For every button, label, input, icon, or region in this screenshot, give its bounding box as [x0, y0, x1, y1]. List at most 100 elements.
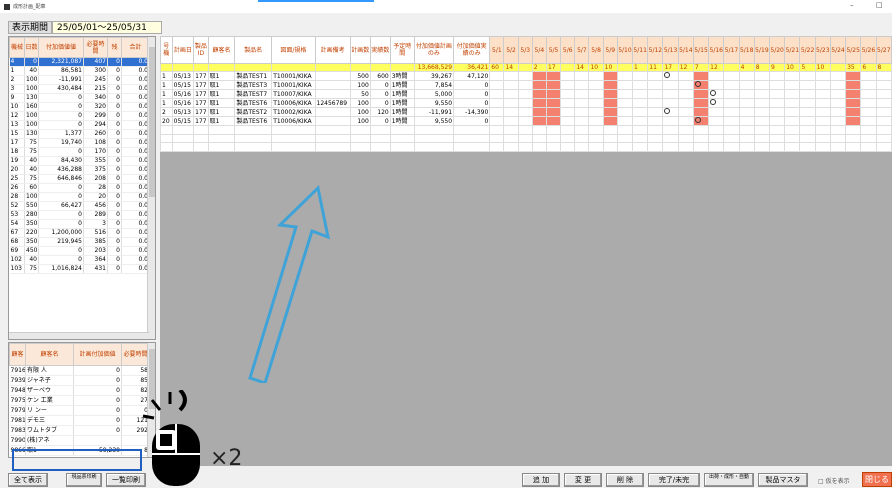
machine-col-header[interactable]: 残 — [107, 37, 122, 58]
customer-row[interactable]: 7979リ ンー00 — [9, 405, 150, 416]
day-cell[interactable] — [616, 89, 634, 100]
day-cell[interactable] — [738, 71, 755, 82]
day-cell[interactable] — [602, 107, 618, 118]
customer-row[interactable]: 7983 ワムトタブ 0 292 — [9, 425, 150, 436]
day-cell[interactable] — [602, 89, 618, 100]
day-cell[interactable] — [753, 107, 771, 118]
day-cell[interactable] — [677, 98, 694, 109]
day-cell[interactable] — [489, 80, 505, 91]
day-cell[interactable] — [588, 80, 604, 91]
day-cell[interactable] — [560, 98, 576, 109]
day-cell[interactable] — [738, 116, 755, 127]
day-cell[interactable] — [602, 116, 618, 127]
day-col-header[interactable]: 5/14 — [677, 36, 694, 64]
day-cell[interactable] — [517, 116, 533, 127]
day-cell[interactable] — [677, 107, 694, 118]
day-cell[interactable] — [692, 98, 710, 109]
day-cell[interactable] — [560, 89, 576, 100]
plan-row[interactable]: 20 05/15 177 取1 製品TEST6 T10006/KIKA 100 0 1時間 9,5… — [160, 116, 892, 127]
day-cell[interactable] — [503, 107, 519, 118]
day-cell[interactable] — [784, 89, 801, 100]
plan-col-header[interactable]: 号機 — [160, 36, 173, 64]
day-col-header[interactable]: 5/5 — [545, 36, 562, 64]
day-cell[interactable] — [616, 107, 634, 118]
machine-col-header[interactable]: 必要時間 — [83, 37, 108, 58]
machine-horizontal-scrollbar[interactable] — [9, 332, 149, 339]
machine-row[interactable]: 26 60 0 28 0 0.0 — [9, 183, 150, 193]
machine-row[interactable]: 25 75 646,846 208 0 0.0 — [9, 174, 150, 184]
complete-button[interactable]: 完了/未完 — [648, 473, 700, 487]
day-col-header[interactable]: 5/4 — [531, 36, 547, 64]
day-cell[interactable] — [692, 116, 710, 127]
day-cell[interactable] — [545, 89, 562, 100]
day-cell[interactable] — [692, 107, 710, 118]
day-cell[interactable] — [560, 116, 576, 127]
customer-row[interactable]: 7916 有限 人 0 58 — [9, 365, 150, 376]
machine-row[interactable]: 1 40 86,581 300 0 0.0 — [9, 66, 150, 76]
day-cell[interactable] — [723, 98, 740, 109]
day-cell[interactable] — [845, 107, 862, 118]
day-cell[interactable] — [574, 89, 590, 100]
day-cell[interactable] — [845, 98, 862, 109]
show-all-button[interactable]: 全て表示 — [8, 473, 48, 487]
day-cell[interactable] — [632, 107, 649, 118]
day-col-header[interactable]: 5/9 — [602, 36, 618, 64]
day-cell[interactable] — [662, 107, 679, 118]
day-col-header[interactable]: 5/11 — [632, 36, 649, 64]
day-cell[interactable] — [489, 98, 505, 109]
day-col-header[interactable]: 5/7 — [574, 36, 590, 64]
day-cell[interactable] — [588, 89, 604, 100]
machine-vertical-scrollbar[interactable] — [147, 37, 155, 339]
day-cell[interactable] — [814, 89, 831, 100]
machine-col-header[interactable]: 付加価値値 — [38, 37, 84, 58]
day-col-header[interactable]: 5/25 — [845, 36, 862, 64]
day-cell[interactable] — [503, 116, 519, 127]
plan-col-header[interactable]: 顧客名 — [207, 36, 236, 64]
day-cell[interactable] — [677, 89, 694, 100]
day-col-header[interactable]: 5/21 — [784, 36, 801, 64]
day-col-header[interactable]: 5/27 — [875, 36, 892, 64]
close-button[interactable]: 閉じる — [862, 472, 892, 487]
machine-row[interactable]: 69 450 0 203 0 0.0 — [9, 246, 150, 256]
day-cell[interactable] — [753, 80, 771, 91]
machine-row[interactable]: 15 130 1,377 260 0 0.0 — [9, 129, 150, 139]
day-cell[interactable] — [588, 107, 604, 118]
day-cell[interactable] — [489, 116, 505, 127]
day-cell[interactable] — [545, 98, 562, 109]
product-master-button[interactable]: 製品マスタ — [758, 473, 808, 487]
day-cell[interactable] — [708, 71, 725, 82]
day-cell[interactable] — [489, 107, 505, 118]
machine-row[interactable]: 9 130 0 340 0 0.0 — [9, 93, 150, 103]
day-cell[interactable] — [875, 71, 892, 82]
day-cell[interactable] — [829, 116, 847, 127]
day-cell[interactable] — [588, 116, 604, 127]
machine-row[interactable]: 10 160 0 320 0 0.0 — [9, 102, 150, 112]
day-cell[interactable] — [769, 80, 786, 91]
day-cell[interactable] — [560, 71, 576, 82]
day-cell[interactable] — [769, 89, 786, 100]
day-cell[interactable] — [503, 80, 519, 91]
customer-col-header[interactable]: 顧客 — [9, 343, 26, 366]
day-cell[interactable] — [517, 80, 533, 91]
day-cell[interactable] — [860, 89, 877, 100]
day-cell[interactable] — [517, 89, 533, 100]
day-col-header[interactable]: 5/2 — [503, 36, 519, 64]
day-cell[interactable] — [647, 71, 664, 82]
day-cell[interactable] — [632, 71, 649, 82]
machine-row[interactable]: 4 0 2,321,087 407 0 0.0 — [9, 57, 150, 67]
machine-row[interactable]: 20 40 436,288 375 0 0.0 — [9, 165, 150, 175]
day-cell[interactable] — [769, 71, 786, 82]
delete-button[interactable]: 削 除 — [606, 473, 644, 487]
day-cell[interactable] — [829, 89, 847, 100]
plan-col-header[interactable]: 予定時間 — [389, 36, 415, 64]
day-cell[interactable] — [574, 80, 590, 91]
machine-row[interactable]: 12 100 0 299 0 0.0 — [9, 111, 150, 121]
day-cell[interactable] — [616, 116, 634, 127]
day-cell[interactable] — [708, 116, 725, 127]
day-col-header[interactable]: 5/20 — [769, 36, 786, 64]
day-col-header[interactable]: 5/12 — [647, 36, 664, 64]
day-cell[interactable] — [738, 89, 755, 100]
day-cell[interactable] — [738, 107, 755, 118]
day-cell[interactable] — [753, 116, 771, 127]
day-cell[interactable] — [723, 116, 740, 127]
